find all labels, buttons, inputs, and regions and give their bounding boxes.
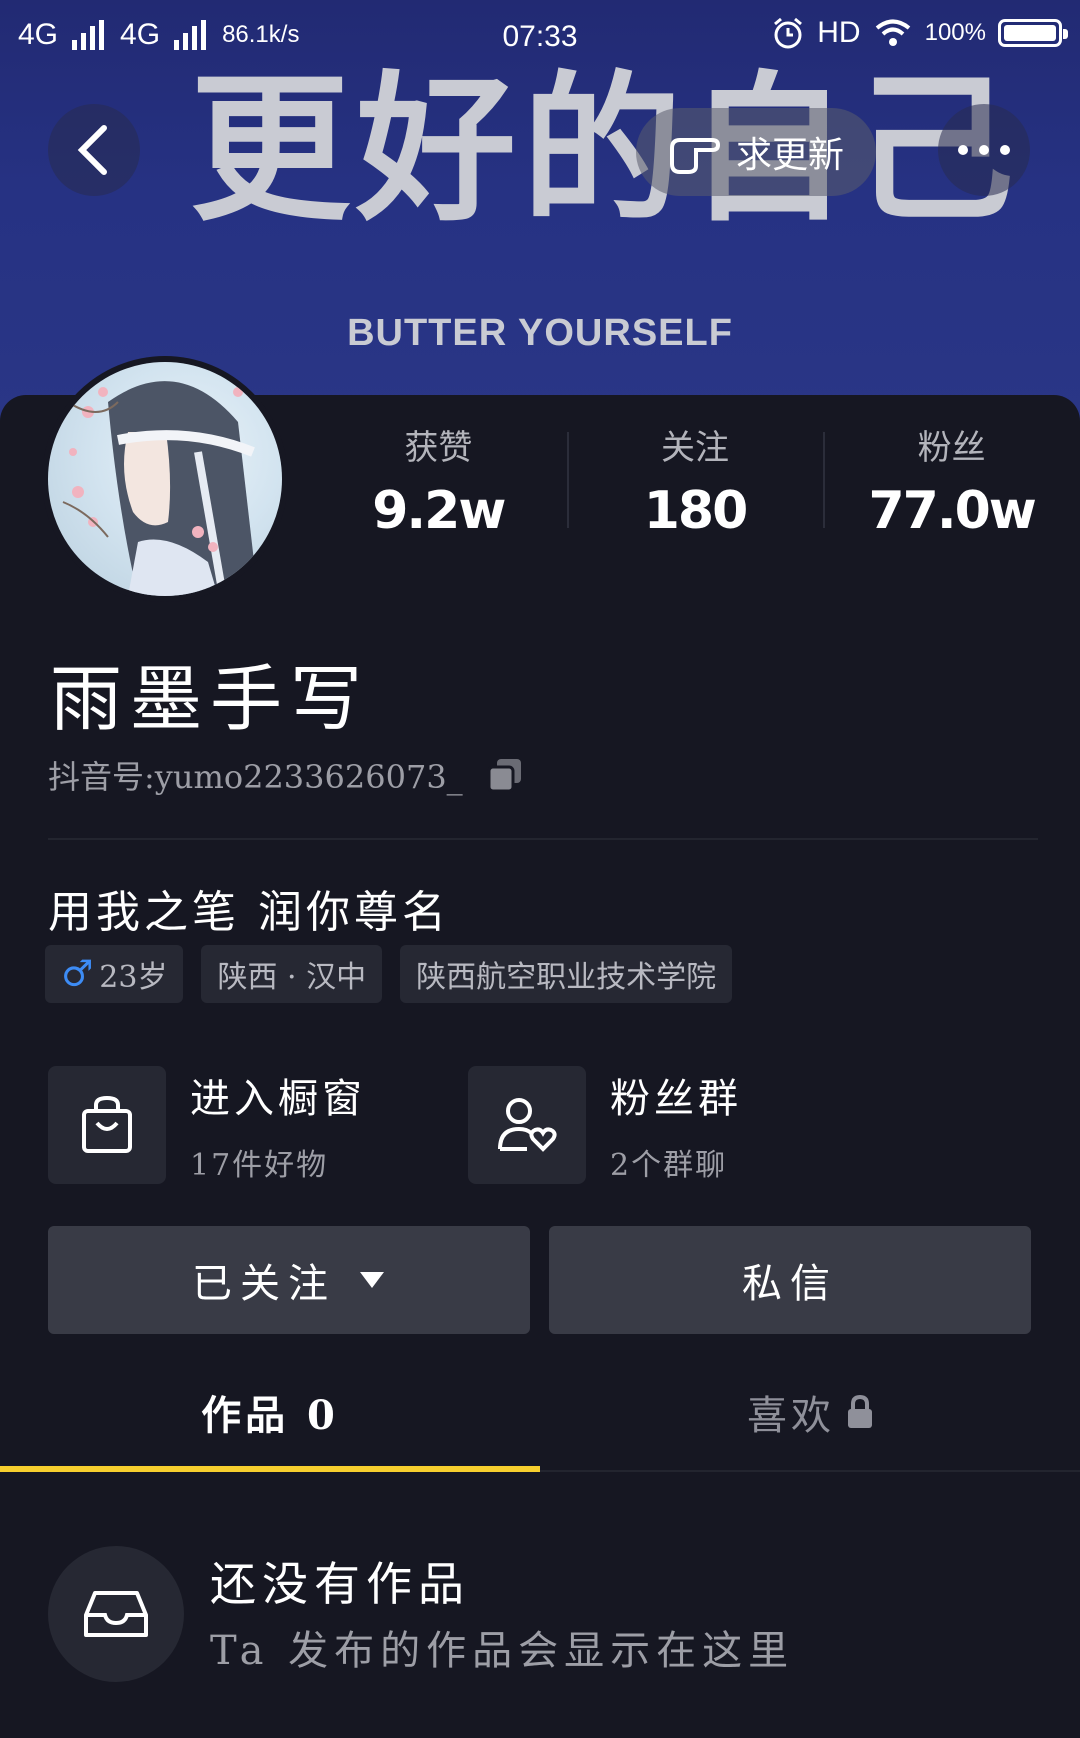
profile-name: 雨墨手写 [50,657,371,741]
tag-age-label: 23岁 [99,960,168,995]
tab-likes[interactable]: 喜欢 [540,1362,1080,1462]
caret-down-icon [360,1272,384,1288]
douyin-id-row: 抖音号:yumo2233626073_ [48,752,523,798]
banner-title: 更好的自己 [190,56,1021,243]
tab-works[interactable]: 作品 0 [0,1362,540,1462]
card-title: 粉丝群 [610,1076,742,1122]
stat-value: 180 [643,481,749,541]
male-icon: ♂ [61,953,94,995]
empty-state-icon-box [48,1546,184,1682]
avatar-image [48,362,282,596]
stat-label: 关注 [661,428,729,468]
back-button[interactable] [48,104,140,196]
message-button[interactable]: 私信 [549,1226,1031,1334]
avatar[interactable] [42,356,288,602]
message-label: 私信 [742,1261,838,1307]
tab-active-indicator [0,1466,540,1472]
empty-state-subtitle: Ta 发布的作品会显示在这里 [210,1628,795,1674]
inbox-tray-icon [84,1591,148,1637]
following-button[interactable]: 已关注 [48,1226,530,1334]
more-icon [958,145,1010,155]
tag-school: 陕西航空职业技术学院 [400,945,733,1003]
request-update-button[interactable]: 求更新 [636,108,876,196]
content-tabs: 作品 0 喜欢 [0,1362,1080,1472]
stat-followers[interactable]: 粉丝 77.0w [823,410,1080,541]
card-subtitle: 17件好物 [190,1148,329,1183]
alarm-icon [774,17,803,49]
hd-label: HD [817,16,861,49]
fans-group-card[interactable]: 粉丝群 2个群聊 [468,1066,848,1184]
copy-icon[interactable] [487,757,523,793]
tag-gender-age: ♂ 23岁 [45,945,184,1003]
douyin-id: 抖音号:yumo2233626073_ [48,758,463,796]
divider [48,838,1038,840]
tab-likes-label: 喜欢 [747,1393,835,1439]
status-bar: 4G 4G 86.1k/s 07:33 HD 100% [0,0,1080,74]
profile-tags: ♂ 23岁 陕西 · 汉中 陕西航空职业技术学院 [45,945,733,1003]
profile-bio: 用我之笔 润你尊名 [48,887,450,938]
stat-likes[interactable]: 获赞 9.2w [310,410,567,541]
chevron-left-icon [77,125,107,175]
profile-stats: 获赞 9.2w 关注 180 粉丝 77.0w [310,410,1080,541]
stat-following[interactable]: 关注 180 [566,410,824,541]
lock-icon [848,1395,872,1428]
card-subtitle: 2个群聊 [610,1148,728,1183]
banner-subtitle: BUTTER YOURSELF [347,312,733,354]
tag-location: 陕西 · 汉中 [201,945,383,1003]
stat-label: 粉丝 [917,428,986,468]
empty-state-title: 还没有作品 [210,1557,470,1611]
stat-value: 9.2w [372,481,506,541]
tab-works-label: 作品 0 [201,1392,339,1439]
battery-percent: 100% [924,19,986,46]
card-icon-box [48,1066,166,1184]
battery-icon [998,19,1068,47]
shop-window-card[interactable]: 进入橱窗 17件好物 [48,1066,428,1184]
battery-fill [1004,25,1056,41]
avatar-illustration [62,381,258,596]
wifi-icon [875,19,910,46]
tab-divider [540,1470,1080,1472]
status-right: HD 100% [771,16,1068,50]
user-heart-icon [498,1098,557,1152]
more-button[interactable] [938,104,1030,196]
following-label: 已关注 [192,1261,336,1307]
stat-label: 获赞 [404,428,473,468]
shopping-bag-icon [82,1095,132,1153]
stat-value: 77.0w [868,481,1037,541]
card-icon-box [468,1066,586,1184]
request-update-label: 求更新 [735,135,844,176]
card-title: 进入橱窗 [190,1076,366,1122]
pointing-hand-icon [669,138,720,174]
